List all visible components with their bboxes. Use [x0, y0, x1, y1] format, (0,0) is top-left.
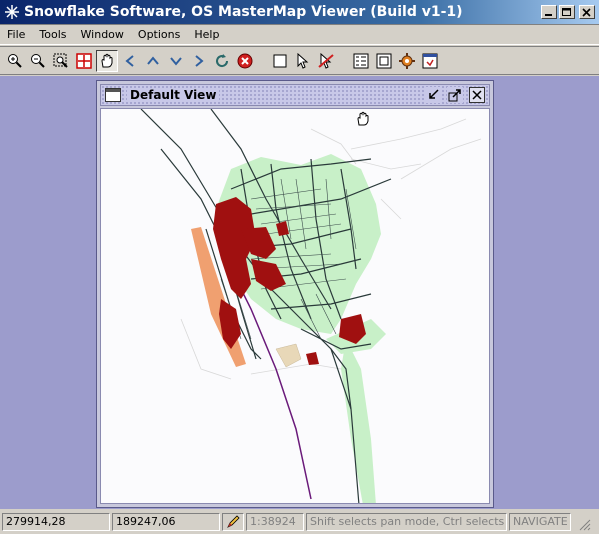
select-pointer-button[interactable] [292, 50, 314, 72]
zoom-extent-icon [76, 52, 92, 69]
settings-button[interactable] [396, 50, 418, 72]
frame-title-bar[interactable]: Default View [100, 84, 490, 106]
clear-selection-icon [318, 52, 334, 69]
refresh-icon [216, 53, 229, 67]
zoom-extent-button[interactable] [73, 50, 95, 72]
resize-grip-icon [579, 519, 591, 531]
close-button[interactable] [579, 5, 595, 19]
maximize-icon [562, 7, 571, 16]
nav-down-icon [170, 56, 182, 66]
zoom-in-icon [8, 53, 22, 68]
refresh-button[interactable] [211, 50, 233, 72]
menu-options[interactable]: Options [131, 26, 187, 44]
pan-cursor [357, 111, 369, 126]
internal-frame[interactable]: Default View [96, 80, 494, 508]
select-pointer-icon [297, 52, 309, 69]
maximize-button[interactable] [559, 5, 575, 19]
nav-right-button[interactable] [188, 50, 210, 72]
menu-window[interactable]: Window [74, 26, 131, 44]
mode-indicator: NAVIGATE [509, 513, 571, 531]
pencil-icon [227, 515, 240, 528]
window-title: Snowflake Software, OS MasterMap Viewer … [24, 4, 463, 20]
resize-grip[interactable] [573, 513, 593, 531]
select-box-icon [273, 54, 287, 67]
close-icon [472, 90, 482, 100]
nav-left-button[interactable] [119, 50, 141, 72]
maximize-arrow-icon [448, 89, 461, 102]
nav-right-icon [195, 54, 204, 67]
properties-icon [376, 53, 392, 68]
layers-icon [353, 53, 369, 68]
status-hint: Shift selects pan mode, Ctrl selects zo.… [306, 513, 507, 531]
measure-button[interactable] [222, 513, 244, 531]
status-bar: 279914,28 189247,06 1:38924 Shift select… [0, 510, 599, 534]
layers-button[interactable] [350, 50, 372, 72]
info-icon [422, 53, 438, 68]
frame-maximize-button[interactable] [447, 87, 463, 103]
window-icon [105, 88, 121, 102]
map-canvas[interactable] [100, 108, 490, 504]
menu-bar: File Tools Window Options Help [0, 25, 599, 45]
x-coordinate: 279914,28 [2, 513, 110, 531]
properties-button[interactable] [373, 50, 395, 72]
minimize-icon [545, 14, 552, 16]
clear-selection-button[interactable] [315, 50, 337, 72]
menu-tools[interactable]: Tools [32, 26, 73, 44]
nav-up-icon [147, 55, 159, 65]
frame-close-button[interactable] [469, 87, 485, 103]
nav-up-button[interactable] [142, 50, 164, 72]
pan-hand-icon [101, 53, 113, 67]
nav-left-icon [125, 54, 134, 67]
zoom-out-icon [31, 53, 45, 68]
toolbar [0, 46, 599, 75]
minimize-button[interactable] [541, 5, 557, 19]
title-bar[interactable]: Snowflake Software, OS MasterMap Viewer … [0, 0, 599, 25]
info-button[interactable] [419, 50, 441, 72]
menu-file[interactable]: File [0, 26, 32, 44]
close-icon [582, 7, 591, 17]
map-rendering [140, 109, 482, 503]
desktop-area: Default View [0, 76, 599, 509]
minimize-arrow-icon [429, 89, 439, 99]
nav-down-button[interactable] [165, 50, 187, 72]
select-box-button[interactable] [269, 50, 291, 72]
menu-help[interactable]: Help [187, 26, 226, 44]
settings-icon [399, 52, 415, 69]
frame-minimize-button[interactable] [425, 87, 441, 103]
scale-readout: 1:38924 [246, 513, 304, 531]
frame-title: Default View [127, 88, 220, 102]
stop-icon [237, 53, 253, 68]
zoom-out-button[interactable] [27, 50, 49, 72]
zoom-in-button[interactable] [4, 50, 26, 72]
zoom-box-icon [53, 53, 68, 68]
stop-button[interactable] [234, 50, 256, 72]
y-coordinate: 189247,06 [112, 513, 220, 531]
pan-button[interactable] [96, 49, 118, 72]
zoom-box-button[interactable] [50, 50, 72, 72]
snowflake-icon [3, 3, 21, 21]
